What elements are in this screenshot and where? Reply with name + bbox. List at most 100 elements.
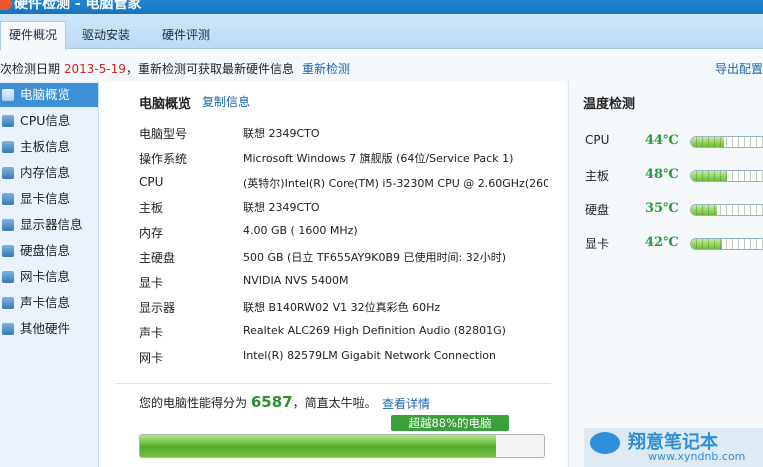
sidebar-item-motherboard[interactable]: 主板信息 — [0, 135, 98, 159]
info-value: 4.00 GB ( 1600 MHz) — [243, 224, 358, 237]
watermark-logo-icon — [590, 432, 620, 454]
app-logo-icon — [0, 0, 12, 10]
performance-score-line: 您的电脑性能得分为 6587，简直太牛啦。 — [139, 393, 377, 411]
info-row-sound: 声卡 Realtek ALC269 High Definition Audio (… — [139, 324, 559, 342]
sidebar-item-label: 显卡信息 — [20, 191, 71, 206]
info-key: CPU — [139, 175, 164, 189]
thermometer-bar — [690, 238, 763, 250]
performance-score: 6587 — [250, 393, 293, 411]
rank-badge: 超越88%的电脑 — [391, 415, 509, 431]
sidebar-item-display[interactable]: 显示器信息 — [0, 213, 98, 237]
info-key: 网卡 — [139, 351, 164, 365]
temp-row-graphics: 显卡 42℃ — [569, 235, 763, 255]
info-key: 主硬盘 — [139, 251, 176, 265]
sidebar-item-label: 硬盘信息 — [20, 243, 71, 258]
info-row-cpu: CPU (英特尔)Intel(R) Core(TM) i5-3230M CPU @… — [139, 175, 559, 193]
sidebar-item-label: 电脑概览 — [20, 87, 71, 102]
info-value: Microsoft Windows 7 旗舰版 (64位/Service Pac… — [243, 152, 514, 165]
temperature-title: 温度检测 — [583, 97, 636, 112]
network-card-icon — [2, 271, 14, 283]
display-icon — [2, 219, 14, 231]
thermometer-bar — [690, 170, 763, 182]
scan-info-suffix: ，重新检测可获取最新硬件信息 — [125, 62, 294, 76]
temp-value: 42℃ — [645, 235, 679, 250]
info-row-model: 电脑型号 联想 2349CTO — [139, 125, 559, 143]
sidebar-item-memory[interactable]: 内存信息 — [0, 161, 98, 185]
harddisk-icon — [2, 245, 14, 257]
overview-title: 电脑概览 — [139, 97, 192, 112]
sidebar-item-label: 主板信息 — [20, 139, 71, 154]
temp-label: 硬盘 — [585, 203, 610, 217]
window-title: 硬件检测 - 电脑管家 — [14, 0, 142, 12]
view-details-link[interactable]: 查看详情 — [382, 395, 430, 412]
temperature-panel: 温度检测 CPU 44℃ 主板 48℃ 硬盘 35℃ 显卡 42℃ — [568, 81, 763, 467]
info-value: NVIDIA NVS 5400M — [243, 274, 349, 287]
scan-info-line: 次检测日期 2013-5-19，重新检测可获取最新硬件信息 重新检测 导出配置 — [0, 60, 763, 76]
sidebar-item-label: 网卡信息 — [20, 269, 71, 284]
info-row-display: 显示器 联想 B140RW02 V1 32位真彩色 60Hz — [139, 299, 559, 317]
temp-value: 35℃ — [645, 201, 679, 216]
info-value: 联想 2349CTO — [243, 127, 320, 140]
title-bar: 硬件检测 - 电脑管家 — [0, 0, 763, 14]
temp-label: CPU — [585, 133, 610, 147]
info-row-motherboard: 主板 联想 2349CTO — [139, 199, 559, 217]
sidebar-item-other[interactable]: 其他硬件 — [0, 317, 98, 341]
info-row-os: 操作系统 Microsoft Windows 7 旗舰版 (64位/Service… — [139, 150, 559, 168]
info-value: 联想 2349CTO — [243, 201, 320, 214]
thermometer-bar — [690, 136, 763, 148]
sidebar-item-cpu[interactable]: CPU信息 — [0, 109, 98, 133]
tab-bar: 硬件概况 驱动安装 硬件评测 — [0, 14, 763, 50]
scan-info-prefix: 次检测日期 — [0, 62, 64, 76]
temp-row-motherboard: 主板 48℃ — [569, 167, 763, 187]
motherboard-icon — [2, 141, 14, 153]
sidebar-item-label: CPU信息 — [20, 113, 71, 128]
scan-date: 2013-5-19 — [63, 62, 126, 76]
sidebar-item-network[interactable]: 网卡信息 — [0, 265, 98, 289]
copy-info-link[interactable]: 复制信息 — [202, 93, 250, 110]
sidebar-item-label: 内存信息 — [20, 165, 71, 180]
other-hardware-icon — [2, 323, 14, 335]
watermark: 翔意笔记本 www.xyndnb.com — [584, 428, 763, 467]
info-key: 显卡 — [139, 276, 164, 290]
sidebar-item-graphics[interactable]: 显卡信息 — [0, 187, 98, 211]
temp-row-harddisk: 硬盘 35℃ — [569, 201, 763, 221]
cpu-icon — [2, 115, 14, 127]
temp-value: 44℃ — [645, 133, 679, 148]
info-row-graphics: 显卡 NVIDIA NVS 5400M — [139, 274, 559, 292]
sidebar-item-harddisk[interactable]: 硬盘信息 — [0, 239, 98, 263]
thermometer-bar — [690, 204, 763, 216]
info-key: 显示器 — [139, 301, 176, 315]
score-progress-fill — [140, 435, 496, 457]
tab-hardware-benchmark[interactable]: 硬件评测 — [146, 22, 226, 48]
sidebar-item-sound[interactable]: 声卡信息 — [0, 291, 98, 315]
info-key: 内存 — [139, 226, 164, 240]
info-row-network: 网卡 Intel(R) 82579LM Gigabit Network Conne… — [139, 349, 559, 367]
temp-value: 48℃ — [645, 167, 679, 182]
temp-label: 主板 — [585, 169, 610, 183]
sidebar-item-label: 显示器信息 — [20, 217, 83, 232]
info-row-harddisk: 主硬盘 500 GB (日立 TF655AY9K0B9 已使用时间: 32小时) — [139, 249, 559, 267]
temp-label: 显卡 — [585, 237, 610, 251]
sidebar-item-label: 声卡信息 — [20, 295, 71, 310]
monitor-icon — [2, 89, 14, 101]
graphics-card-icon — [2, 193, 14, 205]
info-value: Realtek ALC269 High Definition Audio (82… — [243, 324, 506, 337]
section-divider — [115, 383, 551, 384]
tab-hardware-overview[interactable]: 硬件概况 — [0, 21, 66, 50]
sound-card-icon — [2, 297, 14, 309]
tab-driver-install[interactable]: 驱动安装 — [66, 22, 146, 48]
memory-icon — [2, 167, 14, 179]
export-config-link[interactable]: 导出配置 — [715, 60, 763, 77]
rescan-link[interactable]: 重新检测 — [302, 60, 350, 77]
info-key: 操作系统 — [139, 152, 188, 166]
info-value: 联想 B140RW02 V1 32位真彩色 60Hz — [243, 301, 441, 314]
info-key: 电脑型号 — [139, 127, 188, 141]
info-row-memory: 内存 4.00 GB ( 1600 MHz) — [139, 224, 559, 242]
info-value: (英特尔)Intel(R) Core(TM) i5-3230M CPU @ 2.… — [243, 177, 548, 190]
overview-panel: 电脑概览 复制信息 电脑型号 联想 2349CTO 操作系统 Microsoft W… — [99, 81, 566, 467]
info-value: 500 GB (日立 TF655AY9K0B9 已使用时间: 32小时) — [243, 251, 507, 264]
scan-info-text: 次检测日期 2013-5-19，重新检测可获取最新硬件信息 — [0, 60, 294, 77]
score-progress-bar — [139, 434, 545, 458]
sidebar-item-overview[interactable]: 电脑概览 — [0, 83, 98, 107]
sidebar-item-label: 其他硬件 — [20, 321, 71, 336]
